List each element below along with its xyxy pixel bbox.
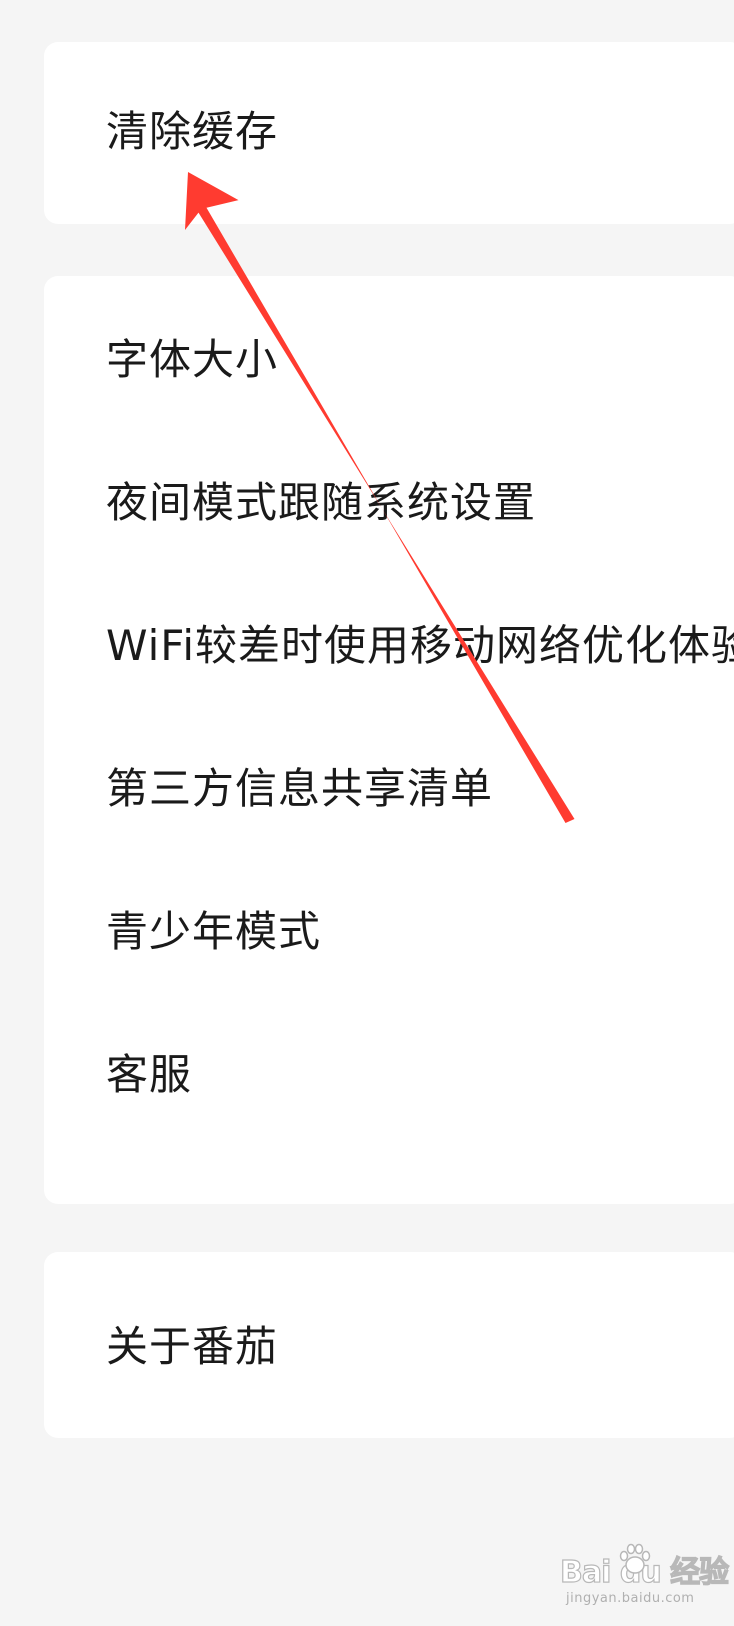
about-label: 关于番茄 xyxy=(106,1321,279,1371)
settings-group-general: 字体大小 夜间模式跟随系统设置 WiFi较差时使用移动网络优化体验 第三方信息共… xyxy=(44,276,734,1204)
customer-service-item[interactable]: 客服 xyxy=(106,1031,734,1111)
font-size-item[interactable]: 字体大小 xyxy=(106,316,734,396)
settings-group-about: 关于番茄 xyxy=(44,1252,734,1438)
wifi-optimize-label: WiFi较差时使用移动网络优化体验 xyxy=(106,620,734,670)
clear-cache-label: 清除缓存 xyxy=(106,106,279,156)
night-mode-label: 夜间模式跟随系统设置 xyxy=(106,477,537,527)
teen-mode-item[interactable]: 青少年模式 xyxy=(106,888,734,968)
wifi-mobile-network-optimize-item[interactable]: WiFi较差时使用移动网络优化体验 xyxy=(106,602,734,682)
watermark-url: jingyan.baidu.com xyxy=(566,1591,695,1606)
customer-service-label: 客服 xyxy=(106,1049,193,1099)
paw-icon xyxy=(619,1543,651,1574)
settings-group-storage: 清除缓存 xyxy=(44,42,734,224)
teen-mode-label: 青少年模式 xyxy=(106,906,322,956)
about-item[interactable]: 关于番茄 xyxy=(106,1303,734,1383)
night-mode-follow-system-item[interactable]: 夜间模式跟随系统设置 xyxy=(106,459,734,539)
baidu-jingyan-watermark: Bai du 经验 jingyan.baidu.com xyxy=(559,1543,730,1613)
third-party-info-sharing-item[interactable]: 第三方信息共享清单 xyxy=(106,745,734,825)
third-party-sharing-label: 第三方信息共享清单 xyxy=(106,763,494,813)
clear-cache-item[interactable]: 清除缓存 xyxy=(106,88,734,168)
font-size-label: 字体大小 xyxy=(106,334,279,384)
